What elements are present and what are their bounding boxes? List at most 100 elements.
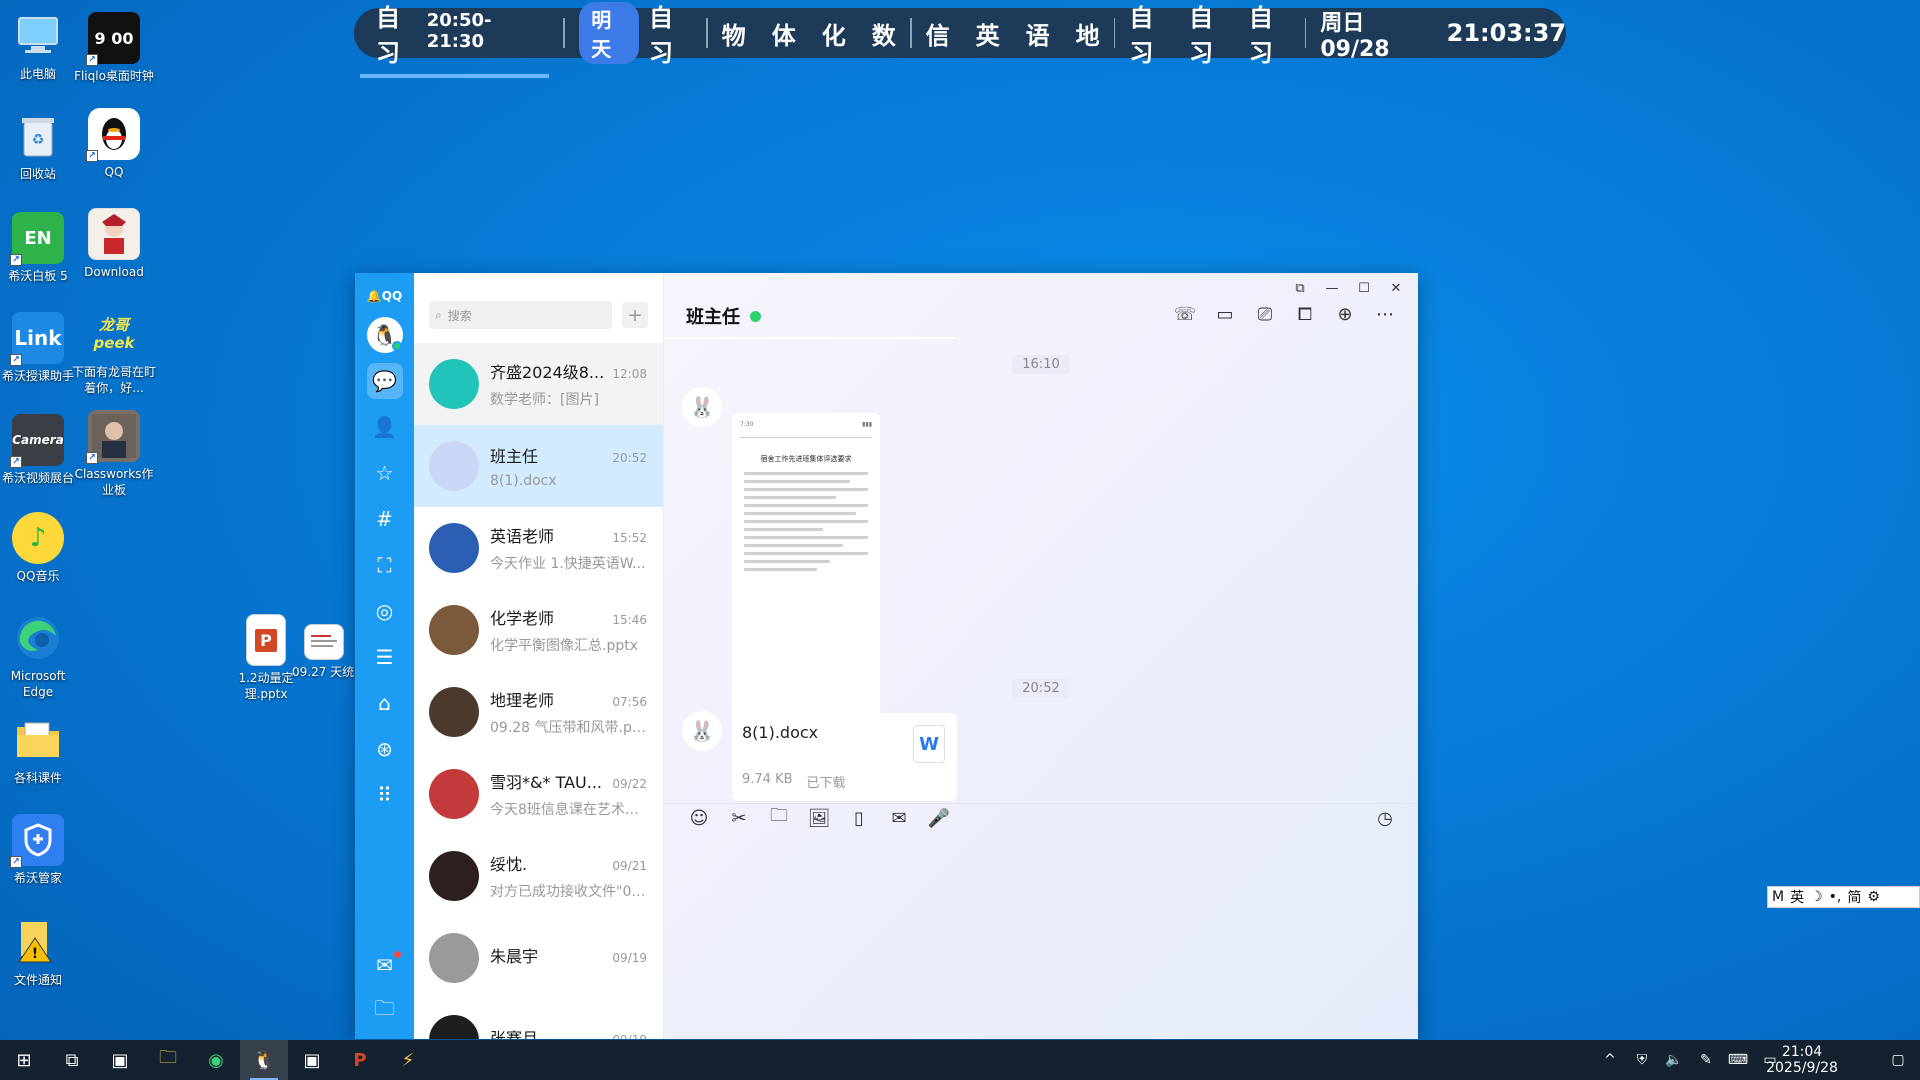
schedule-group-afternoon: 信 英 语 地: [926, 16, 1100, 51]
search-input[interactable]: ⌕ 搜索: [429, 301, 612, 329]
desktop-icon-seewo-camera[interactable]: Camera ↗ 希沃视频展台: [0, 414, 80, 486]
conversation-time: 15:46: [612, 613, 647, 627]
conversation-item[interactable]: 齐盛2024级8... 12:08 数学老师：[图片]: [414, 343, 663, 425]
ime-mode[interactable]: M: [1772, 889, 1784, 905]
desktop-icon-qq-music[interactable]: ♪ QQ音乐: [0, 512, 80, 584]
seewo-whiteboard-icon: EN ↗: [10, 212, 64, 266]
desktop-icon-recycle-bin[interactable]: ♻ 回收站: [0, 110, 80, 182]
conversation-item[interactable]: 绥忱. 09/21 对方已成功接收文件"09...: [414, 835, 663, 917]
conversation-item[interactable]: 雪羽*&* TAU... 09/22 今天8班信息课在艺术楼...: [414, 753, 663, 835]
contacts-nav-icon[interactable]: 👤: [367, 409, 403, 445]
send-file-folder-icon[interactable]: 🗀: [766, 805, 792, 831]
folder-nav-icon[interactable]: 🗀: [367, 993, 403, 1029]
conversation-item[interactable]: 英语老师 15:52 今天作业 1.快捷英语W...: [414, 507, 663, 589]
sender-avatar[interactable]: 🐰: [682, 711, 722, 751]
desktop-icon-qq[interactable]: ↗ QQ: [72, 108, 156, 180]
desktop-icon-file-notice[interactable]: ! 文件通知: [0, 916, 80, 988]
longge-peek-icon: 龙哥 peek: [93, 316, 135, 352]
minimize-button[interactable]: —: [1316, 277, 1348, 299]
security-shield-icon[interactable]: ⛨: [1626, 1052, 1658, 1068]
send-image-icon[interactable]: 🖼: [806, 805, 832, 831]
desktop-icon-course-folder[interactable]: 各科课件: [0, 714, 80, 786]
taskbar-clock[interactable]: 21:04 2025/9/28: [1766, 1044, 1876, 1076]
desktop-icon-download[interactable]: Download: [72, 208, 156, 280]
desktop-icon-fliqlo[interactable]: 9 00 ↗ Fliqlo桌面时钟: [72, 12, 156, 84]
remote-assist-icon[interactable]: ⧠: [1294, 303, 1316, 325]
screen-share-icon[interactable]: ⎚: [1254, 303, 1276, 325]
conversation-avatar: [429, 851, 479, 901]
image-status-bar: 7:30 ▮▮▮: [740, 421, 872, 428]
taskbar-qq-icon[interactable]: 🐧: [240, 1040, 288, 1080]
ime-language-toggle[interactable]: 英: [1790, 887, 1804, 907]
conversation-item[interactable]: 张骞月 09/19: [414, 999, 663, 1039]
taskbar-edge-icon[interactable]: ◉: [192, 1040, 240, 1080]
conversation-item[interactable]: 班主任 20:52 8(1).docx: [414, 425, 663, 507]
store-nav-icon[interactable]: ⌂: [367, 685, 403, 721]
desktop-icon-seewo-whiteboard[interactable]: EN ↗ 希沃白板 5: [0, 212, 80, 284]
file-explorer-icon[interactable]: 🗀: [144, 1040, 192, 1080]
desktop-icon-this-pc[interactable]: 此电脑: [0, 10, 80, 82]
discover-nav-icon[interactable]: ◎: [367, 593, 403, 629]
image-text-line: [744, 536, 868, 539]
voice-call-icon[interactable]: ☏: [1174, 303, 1197, 325]
favorites-star-icon[interactable]: ☆: [367, 455, 403, 491]
schedule-subject: 地: [1075, 21, 1100, 50]
taskbar-camera-app-icon[interactable]: ▣: [96, 1040, 144, 1080]
file-message[interactable]: 8(1).docx W 9.74 KB 已下载: [732, 713, 957, 801]
emoji-icon[interactable]: ☺: [686, 805, 712, 831]
desktop-icon-edge[interactable]: Microsoft Edge: [0, 612, 80, 700]
task-view-icon[interactable]: ⧉: [48, 1040, 96, 1080]
conversation-item[interactable]: 朱晨宇 09/19: [414, 917, 663, 999]
schedule-subject: 体: [771, 21, 796, 50]
list-menu-icon[interactable]: ☰: [367, 639, 403, 675]
messages-nav-icon[interactable]: 💬: [366, 363, 403, 399]
ime-script-toggle[interactable]: 简: [1847, 887, 1861, 907]
pen-icon[interactable]: ✎: [1690, 1052, 1722, 1068]
desktop-icon-seewo-link[interactable]: Link ↗ 希沃授课助手: [0, 312, 80, 384]
add-button[interactable]: +: [622, 302, 648, 328]
video-call-icon[interactable]: ▭: [1214, 303, 1236, 325]
desktop-icon-0927-practice[interactable]: 09.27 天统习题课: [292, 624, 356, 680]
maximize-button[interactable]: ☐: [1348, 277, 1380, 299]
chat-history-clock-icon[interactable]: ◷: [1372, 805, 1398, 831]
conversation-meta: 班主任 20:52 8(1).docx: [490, 443, 647, 489]
taskbar-powerpoint-icon[interactable]: P: [336, 1040, 384, 1080]
show-hidden-icons-chevron-icon[interactable]: ^: [1594, 1052, 1626, 1068]
desktop-icon-classworks[interactable]: ↗ Classworks作业板: [72, 410, 156, 498]
desktop-icon-label: Fliqlo桌面时钟: [74, 69, 154, 83]
pin-window-icon[interactable]: ⧉: [1284, 277, 1316, 299]
conversation-item[interactable]: 化学老师 15:46 化学平衡图像汇总.pptx: [414, 589, 663, 671]
desktop-icon-seewo-manager[interactable]: ↗ 希沃管家: [0, 814, 80, 886]
taskbar-camera-icon[interactable]: ▣: [288, 1040, 336, 1080]
apps-grid-icon[interactable]: ⠿: [367, 777, 403, 813]
close-button[interactable]: ✕: [1380, 277, 1412, 299]
user-avatar[interactable]: 🐧: [366, 317, 403, 353]
space-nav-icon[interactable]: ⛶: [367, 547, 403, 583]
conversation-preview: 09.28 气压带和风带.pptx: [490, 720, 647, 736]
channels-hash-icon[interactable]: #: [367, 501, 403, 537]
image-text-line: [744, 512, 857, 515]
punctuation-icon[interactable]: •,: [1829, 889, 1842, 905]
conversation-time: 07:56: [612, 695, 647, 709]
shake-window-icon[interactable]: ▯: [846, 805, 872, 831]
taskbar-sticky-app-icon[interactable]: ⚡: [384, 1040, 432, 1080]
start-windows-icon[interactable]: ⊞: [0, 1040, 48, 1080]
mail-icon[interactable]: ✉: [367, 947, 403, 983]
volume-speaker-icon[interactable]: 🔈: [1658, 1052, 1690, 1068]
action-center-notification-icon[interactable]: ▢: [1876, 1052, 1920, 1068]
conversation-item[interactable]: 地理老师 07:56 09.28 气压带和风带.pptx: [414, 671, 663, 753]
touch-keyboard-icon[interactable]: ⌨: [1722, 1052, 1754, 1068]
timestamp-divider: 20:52: [664, 679, 1418, 698]
desktop-icon-longge-peek[interactable]: 龙哥 peek 下面有龙哥在盯着你，好...: [72, 308, 156, 396]
flip-clock-icon: 9 00 ↗: [86, 12, 140, 66]
screenshot-scissors-icon[interactable]: ✂: [726, 805, 752, 831]
half-width-moon-icon[interactable]: ☽: [1810, 889, 1823, 905]
sender-avatar[interactable]: 🐰: [682, 387, 722, 427]
game-nav-icon[interactable]: ⊛: [367, 731, 403, 767]
voice-message-microphone-icon[interactable]: 🎤: [926, 805, 952, 831]
add-member-icon[interactable]: ⊕: [1334, 303, 1356, 325]
red-packet-icon[interactable]: ✉: [886, 805, 912, 831]
more-options-icon[interactable]: ⋯: [1374, 303, 1396, 325]
ime-settings-gear-icon[interactable]: ⚙: [1867, 889, 1880, 905]
conversation-name: 齐盛2024级8...: [490, 363, 605, 382]
